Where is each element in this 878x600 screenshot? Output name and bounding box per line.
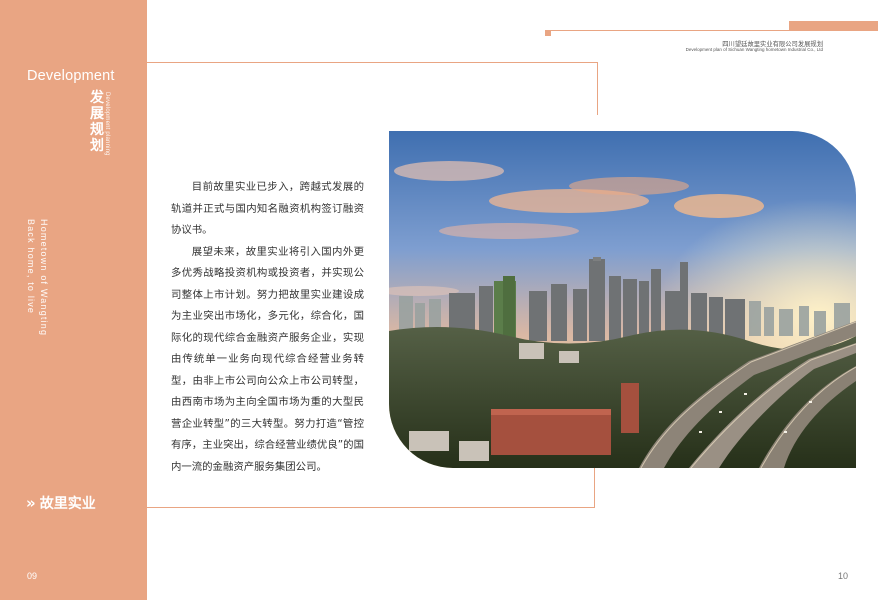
sidebar-vertical-slogan: Hometown of Wangting Back home, to live bbox=[24, 219, 50, 336]
city-skyline-photo bbox=[389, 131, 856, 468]
frame-right-line bbox=[597, 62, 598, 115]
frame-top-line bbox=[147, 62, 598, 63]
paragraph-2: 展望未来，故里实业将引入国内外更多优秀战略投资机构或投资者，并实现公司整体上市计… bbox=[171, 245, 364, 473]
sidebar-subtitle-vertical: Development planning bbox=[104, 92, 110, 156]
header-rule bbox=[548, 30, 789, 31]
sidebar-title-en: Development bbox=[27, 68, 115, 84]
frame-bottom-vertical bbox=[594, 468, 595, 508]
slogan-line-1: Hometown of Wangting bbox=[39, 219, 49, 337]
section-label-text: 故里实业 bbox=[39, 496, 96, 512]
double-chevron-right-icon: » bbox=[26, 494, 36, 512]
body-text: 目前故里实业已步入，跨越式发展的轨道并正式与国内知名融资机构签订融资协议书。 展… bbox=[171, 177, 364, 478]
header-accent-square bbox=[545, 30, 551, 36]
frame-bottom-line bbox=[147, 507, 595, 508]
paragraph-1: 目前故里实业已步入，跨越式发展的轨道并正式与国内知名融资机构签订融资协议书。 bbox=[171, 181, 364, 236]
header-company-en: Development plan of Sichuan Wangting hom… bbox=[685, 47, 823, 52]
header-accent-block bbox=[789, 21, 878, 31]
sidebar: Development 发展规划 Development planning Ho… bbox=[0, 0, 147, 600]
slogan-line-2: Back home, to live bbox=[26, 219, 36, 315]
page-number-left: 09 bbox=[27, 571, 38, 581]
section-label: » 故里实业 bbox=[26, 493, 96, 513]
page-number-right: 10 bbox=[838, 571, 849, 581]
